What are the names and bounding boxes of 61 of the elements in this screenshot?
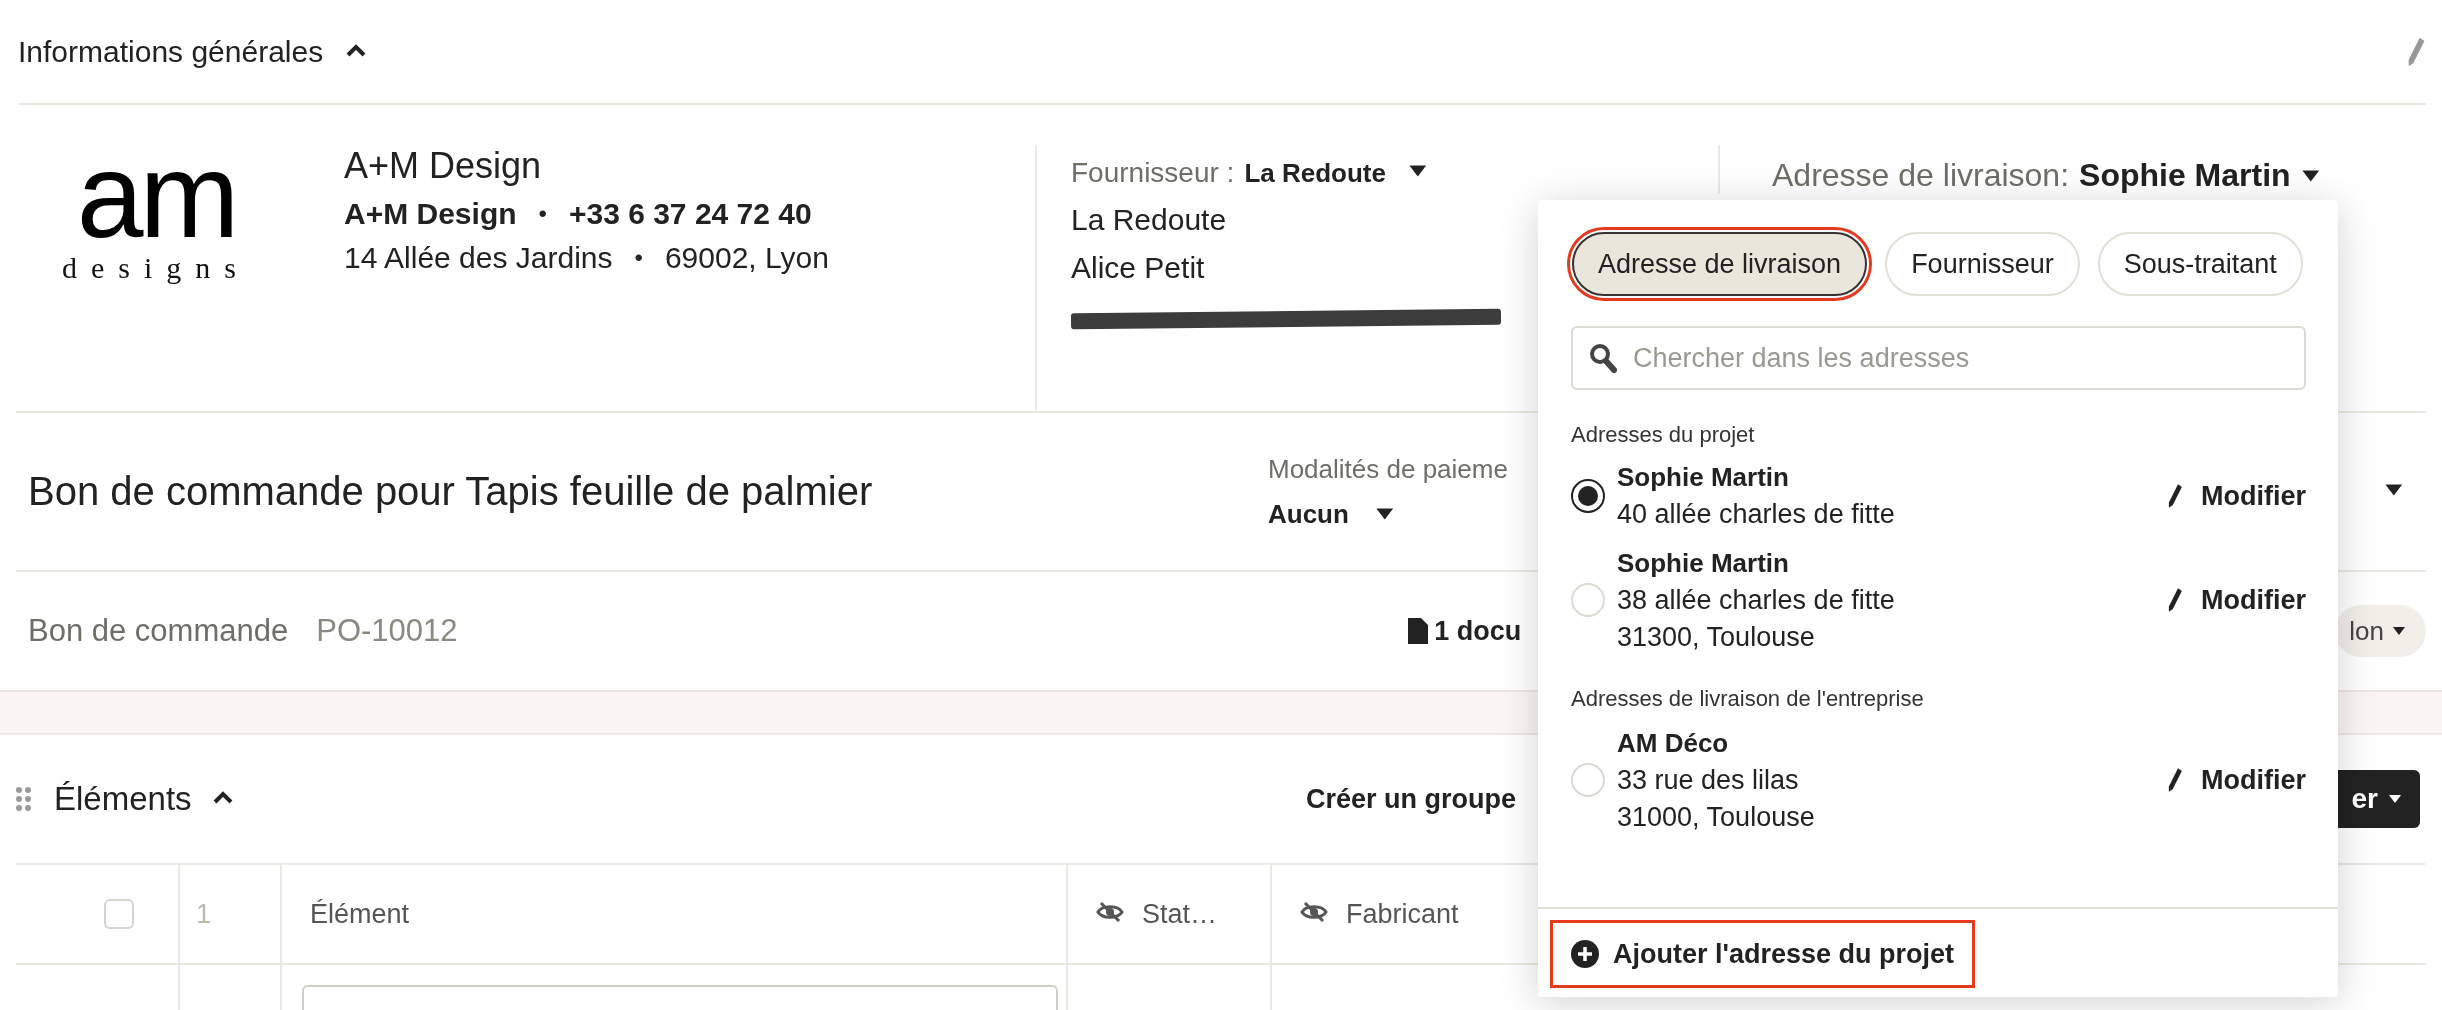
column-header[interactable]: Élément: [310, 898, 410, 930]
eye-slash-icon: [1300, 900, 1328, 923]
order-title: Bon de commande pour Tapis feuille de palmier: [28, 469, 874, 514]
column-header[interactable]: Stat…: [1142, 898, 1218, 930]
group-title: Adresses du projet: [1571, 422, 1756, 448]
status-pill[interactable]: lon: [2335, 605, 2426, 657]
filter-tab[interactable]: Fournisseur: [1885, 232, 2080, 296]
caret-down-icon: [1374, 507, 1395, 521]
street-address: 14 Allée des Jardins: [344, 241, 613, 275]
select-all-checkbox[interactable]: [104, 899, 134, 929]
contact-name: A+M Design: [344, 197, 517, 231]
delivery-dropdown[interactable]: Sophie Martin: [2079, 157, 2291, 194]
caret-down-icon: [2384, 482, 2404, 497]
order-number: PO-10012: [316, 613, 459, 649]
city-address: 69002, Lyon: [664, 241, 829, 275]
separator-dot: •: [634, 244, 643, 272]
drag-handle-icon[interactable]: [16, 786, 32, 812]
address-line: 40 allée charles de fitte: [1617, 499, 1896, 530]
plus-circle-icon: [1571, 940, 1599, 968]
filter-tab[interactable]: Sous-traitant: [2097, 232, 2303, 296]
logo-mark: am: [76, 145, 236, 245]
phone-number: +33 6 37 24 72 40: [568, 197, 812, 231]
separator-dot: •: [538, 200, 547, 228]
address-line: 31000, Toulouse: [1617, 801, 1816, 833]
search-icon: [1589, 343, 1617, 373]
payment-label: Modalités de paieme: [1268, 453, 1509, 485]
edit-button[interactable]: Modifier: [2164, 480, 2306, 512]
address-name: Sophie Martin: [1617, 547, 1790, 579]
caret-down-icon: [2300, 168, 2321, 183]
section-title: Informations générales: [18, 34, 324, 69]
chevron-up-icon[interactable]: [345, 42, 368, 57]
payment-dropdown[interactable]: Aucun: [1268, 498, 1349, 530]
address-name: Sophie Martin: [1617, 462, 1790, 493]
company-name: A+M Design: [344, 145, 543, 187]
address-line: 33 rue des lilas: [1617, 764, 1800, 796]
supplier-detail: La Redoute: [1071, 203, 1227, 237]
delivery-label: Adresse de livraison:: [1772, 157, 2070, 194]
radio-button[interactable]: [1571, 479, 1605, 513]
chevron-up-icon[interactable]: [211, 790, 234, 804]
column-header[interactable]: Fabricant: [1346, 898, 1459, 930]
caret-down-icon: [1408, 164, 1428, 178]
document-icon: [1408, 618, 1429, 644]
caret-down-icon: [2392, 626, 2406, 636]
eye-slash-icon: [1096, 900, 1124, 923]
documents-link[interactable]: 1 docu: [1434, 615, 1522, 647]
caret-down-icon: [2388, 794, 2402, 804]
group-title: Adresses de livraison de l'entreprise: [1571, 686, 1925, 712]
address-name: AM Déco: [1617, 727, 1730, 759]
elements-title: Éléments: [54, 780, 192, 818]
address-line: 31300, Toulouse: [1617, 621, 1816, 653]
address-line: 38 allée charles de fitte: [1617, 584, 1896, 616]
supplier-detail: Alice Petit: [1071, 251, 1205, 285]
order-number-label: Bon de commande: [28, 613, 289, 649]
supplier-dropdown[interactable]: La Redoute: [1244, 157, 1386, 189]
logo-tagline: designs: [62, 251, 250, 285]
add-address-button[interactable]: Ajouter l'adresse du projet: [1553, 923, 1972, 985]
create-group-button[interactable]: Créer un groupe: [1305, 783, 1516, 815]
edit-button[interactable]: Modifier: [2164, 584, 2306, 616]
search-field[interactable]: Chercher dans les adresses: [1571, 326, 2306, 390]
row-number: 1: [196, 898, 212, 930]
supplier-label: Fournisseur :: [1071, 157, 1235, 189]
